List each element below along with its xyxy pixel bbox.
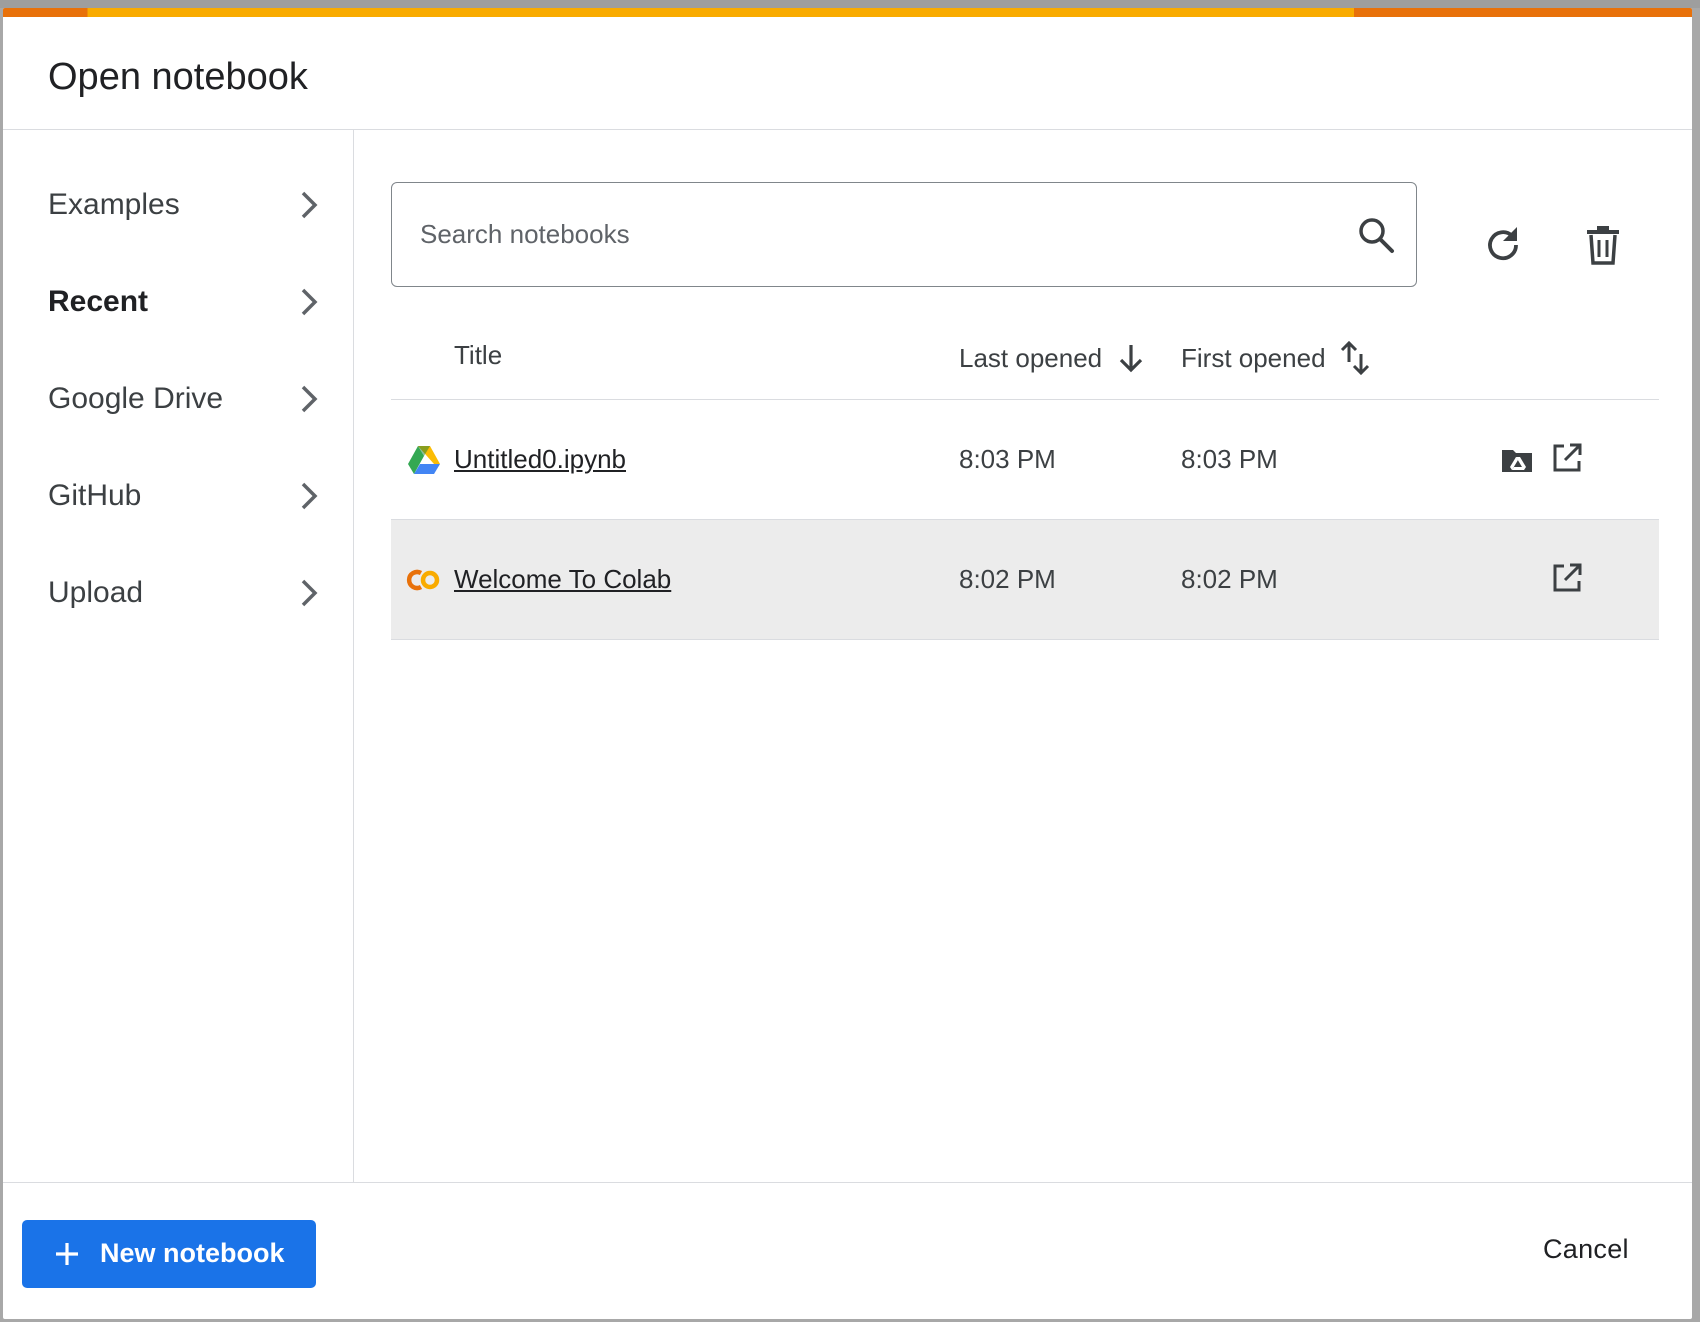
footer-divider xyxy=(3,1182,1692,1183)
open-in-new-tab-icon[interactable] xyxy=(1549,560,1585,596)
column-header-title: Title xyxy=(454,340,502,371)
notebook-title-link[interactable]: Welcome To Colab xyxy=(454,564,671,595)
dialog-accent-bar xyxy=(3,8,1692,17)
column-header-last-opened[interactable]: Last opened xyxy=(959,340,1146,376)
first-opened-cell: 8:03 PM xyxy=(1181,444,1278,474)
chevron-right-icon xyxy=(301,191,318,219)
sidebar-item-examples[interactable]: Examples xyxy=(3,165,353,245)
sidebar-item-label: GitHub xyxy=(48,479,142,512)
last-opened-cell: 8:02 PM xyxy=(959,564,1056,594)
column-header-label: Last opened xyxy=(959,342,1103,373)
backdrop xyxy=(0,0,1700,8)
trash-icon[interactable] xyxy=(1581,223,1625,267)
colab-icon xyxy=(406,569,440,591)
table-row[interactable]: Untitled0.ipynb 8:03 PM 8:03 PM xyxy=(391,400,1659,520)
search-input[interactable] xyxy=(420,183,1320,286)
sidebar-item-label: Recent xyxy=(48,285,149,318)
column-header-first-opened[interactable]: First opened xyxy=(1181,340,1370,376)
search-icon[interactable] xyxy=(1356,215,1396,255)
chevron-right-icon xyxy=(301,482,318,510)
drive-folder-icon[interactable] xyxy=(1499,442,1535,478)
sidebar-item-upload[interactable]: Upload xyxy=(3,553,353,633)
sidebar-item-recent[interactable]: Recent xyxy=(3,262,353,342)
sidebar-item-label: Google Drive xyxy=(48,382,224,415)
sidebar-item-github[interactable]: GitHub xyxy=(3,456,353,536)
open-notebook-dialog: Open notebook Examples Recent Google Dri… xyxy=(3,8,1692,1319)
swap-vertical-icon xyxy=(1340,340,1369,376)
search-box xyxy=(391,182,1417,287)
chevron-right-icon xyxy=(301,288,318,316)
chevron-right-icon xyxy=(301,385,318,413)
sidebar-item-label: Examples xyxy=(48,188,180,221)
sidebar-item-label: Upload xyxy=(48,576,144,609)
table-row[interactable]: Welcome To Colab 8:02 PM 8:02 PM xyxy=(391,520,1659,640)
first-opened-cell: 8:02 PM xyxy=(1181,564,1278,594)
sidebar-item-google-drive[interactable]: Google Drive xyxy=(3,359,353,439)
header-divider xyxy=(3,129,1692,130)
plus-icon xyxy=(56,1243,78,1265)
column-header-label: Title xyxy=(454,340,503,370)
cancel-button[interactable]: Cancel xyxy=(1543,1234,1629,1265)
refresh-icon[interactable] xyxy=(1481,223,1525,267)
column-header-label: First opened xyxy=(1181,342,1326,373)
notebook-title-link[interactable]: Untitled0.ipynb xyxy=(454,444,626,475)
new-notebook-label: New notebook xyxy=(100,1238,285,1268)
arrow-down-icon xyxy=(1120,345,1143,373)
chevron-right-icon xyxy=(301,579,318,607)
last-opened-cell: 8:03 PM xyxy=(959,444,1056,474)
sidebar-divider xyxy=(353,130,354,1182)
open-in-new-tab-icon[interactable] xyxy=(1549,440,1585,476)
dialog-title: Open notebook xyxy=(48,56,308,98)
table-header: Title Last opened First opened xyxy=(391,308,1659,400)
new-notebook-button[interactable]: New notebook xyxy=(22,1220,316,1288)
google-drive-icon xyxy=(408,446,440,474)
